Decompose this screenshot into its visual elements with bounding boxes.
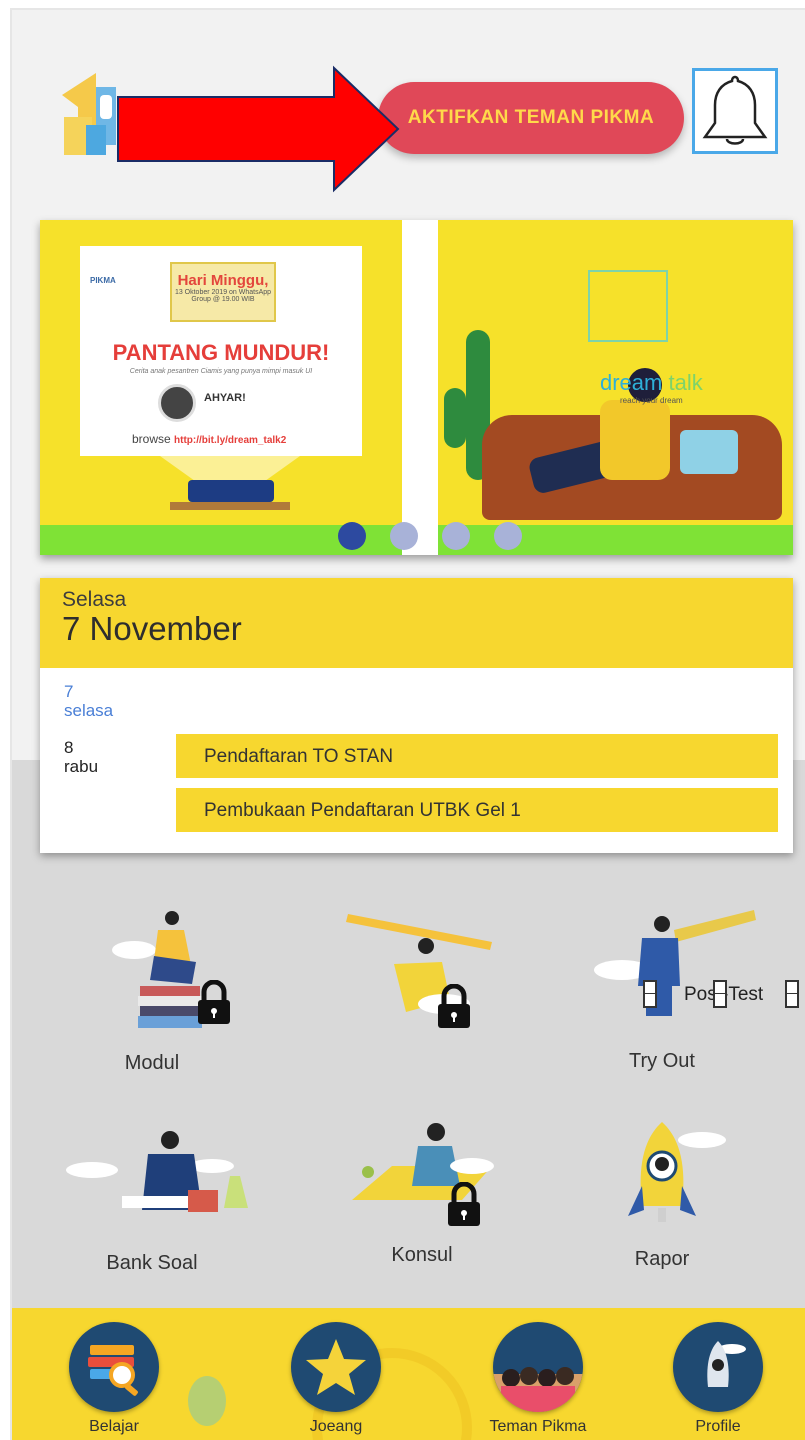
nav-label: Belajar (89, 1418, 139, 1435)
carousel-divider (402, 220, 438, 555)
lock-icon (438, 984, 470, 1028)
dreamtalk-talk: talk (668, 370, 703, 395)
poster-link: browse http://bit.ly/dream_talk2 (132, 432, 286, 446)
today-weekday: selasa (64, 701, 114, 720)
bottom-navigation: Belajar Joeang Teman Pikma Profile (12, 1308, 805, 1440)
today-number: 7 (64, 682, 74, 701)
person-illustration (600, 400, 670, 480)
checkbox[interactable] (785, 980, 799, 1008)
rocket-illustration (628, 1122, 726, 1222)
feature-label: Modul (124, 1052, 180, 1074)
calendar-date: 7 November (62, 610, 242, 647)
feature-konsul[interactable]: Konsul (312, 1122, 532, 1272)
nav-label: Profile (695, 1418, 741, 1435)
dreamtalk-dream: dream (600, 370, 663, 395)
calendar-event[interactable]: Pembukaan Pendaftaran UTBK Gel 1 (176, 788, 778, 832)
decorative-blob (188, 1376, 226, 1426)
feature-label: Try Out (629, 1050, 695, 1072)
nav-label: Joeang (309, 1418, 363, 1435)
nav-icon-circle (493, 1322, 583, 1412)
calendar-card: Selasa 7 November 7 selasa 8 rabu Pendaf… (40, 578, 793, 853)
poster-brand: PIKMA (90, 276, 116, 285)
feature-label: Bank Soal (106, 1252, 198, 1274)
rocket-icon (707, 1341, 746, 1387)
feature-unnamed[interactable] (312, 910, 532, 1070)
books-search-icon (88, 1345, 138, 1396)
calendar-event[interactable]: Pendaftaran TO STAN (176, 734, 778, 778)
poster-date-detail: 13 Oktober 2019 on WhatsApp Group @ 19.0… (174, 289, 272, 303)
checkbox[interactable] (713, 980, 727, 1008)
lock-icon (448, 1182, 480, 1226)
poster-subtitle: Cerita anak pesantren Ciamis yang punya … (129, 368, 313, 375)
feature-label: Rapor (634, 1248, 690, 1270)
group-people-icon (493, 1367, 583, 1412)
pillow-illustration (680, 430, 738, 474)
feature-label: Konsul (391, 1244, 453, 1266)
nav-icon-circle (291, 1322, 381, 1412)
calendar-day-name: Selasa (62, 588, 127, 611)
event-poster: PIKMA Hari Minggu, 13 Oktober 2019 on Wh… (80, 246, 362, 456)
star-icon (306, 1339, 366, 1395)
nav-icon-circle (69, 1322, 159, 1412)
feature-modul[interactable]: Modul (42, 910, 262, 1074)
calendar-day-next[interactable]: 8 rabu (64, 738, 98, 776)
lock-icon (198, 980, 230, 1024)
carousel-indicator (338, 522, 522, 550)
carousel-dot[interactable] (494, 522, 522, 550)
speaker-avatar (158, 384, 196, 422)
feature-rapor[interactable]: Rapor (552, 1120, 772, 1280)
dreamtalk-logo-frame (588, 270, 668, 342)
lab-illustration (66, 1131, 248, 1212)
post-test-option[interactable]: Post-Test (642, 978, 802, 1012)
promo-carousel[interactable]: PIKMA Hari Minggu, 13 Oktober 2019 on Wh… (40, 220, 793, 555)
speaker-name: AHYAR! (204, 392, 246, 404)
dreamtalk-title: dream talk reach your dream (600, 370, 703, 405)
projector-illustration (188, 480, 274, 502)
annotation-arrow (117, 65, 400, 193)
next-weekday: rabu (64, 757, 99, 776)
cactus-illustration (444, 388, 466, 448)
nav-profile[interactable]: Profile (658, 1322, 778, 1436)
carousel-dot[interactable] (338, 522, 366, 550)
calendar-day-today[interactable]: 7 selasa (64, 682, 113, 720)
app-screen: AKTIFKAN TEMAN PIKMA PIKMA Hari Minggu, … (10, 8, 805, 1440)
nav-joeang[interactable]: Joeang (276, 1322, 396, 1436)
table-illustration (170, 502, 290, 510)
activate-teman-pikma-button[interactable]: AKTIFKAN TEMAN PIKMA (378, 82, 684, 154)
carousel-dot[interactable] (442, 522, 470, 550)
next-number: 8 (64, 738, 74, 757)
nav-teman-pikma[interactable]: Teman Pikma (478, 1322, 598, 1436)
nav-label: Teman Pikma (489, 1418, 587, 1435)
feature-bank-soal[interactable]: Bank Soal (42, 1130, 262, 1280)
browse-url: http://bit.ly/dream_talk2 (174, 435, 287, 446)
dreamtalk-tagline: reach your dream (620, 396, 683, 405)
checkbox[interactable] (643, 980, 657, 1008)
pencil-illustration (346, 914, 492, 1014)
poster-date-title: Hari Minggu, (177, 272, 269, 289)
bell-icon (702, 75, 768, 145)
nav-icon-circle (673, 1322, 763, 1412)
poster-date: Hari Minggu, 13 Oktober 2019 on WhatsApp… (170, 262, 276, 322)
browse-label: browse (132, 432, 171, 446)
carousel-dot[interactable] (390, 522, 418, 550)
calendar-header: Selasa 7 November (40, 578, 793, 668)
nav-belajar[interactable]: Belajar (54, 1322, 174, 1436)
notification-button[interactable] (692, 68, 778, 154)
poster-headline: PANTANG MUNDUR! (112, 340, 330, 365)
